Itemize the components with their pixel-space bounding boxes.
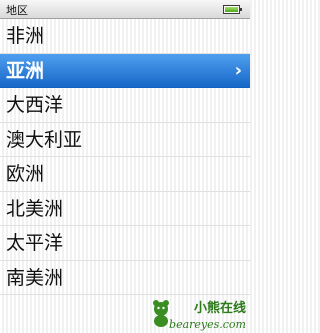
- watermark-url: beareyes.com: [169, 318, 246, 331]
- chevron-right-icon: ›: [234, 59, 242, 81]
- menu-item-label: 澳大利亚: [6, 128, 83, 151]
- menu-item[interactable]: 非洲: [0, 19, 250, 54]
- region-menu: 非洲亚洲 › 大西洋澳大利亚欧洲北美洲太平洋南美洲: [0, 19, 250, 295]
- menu-item-label: 北美洲: [6, 197, 64, 220]
- menu-item-label: 大西洋: [6, 94, 64, 116]
- menu-item[interactable]: 欧洲: [0, 157, 250, 192]
- menu-item[interactable]: 亚洲 ›: [0, 53, 250, 88]
- menu-item-label: 欧洲: [6, 163, 45, 185]
- battery-nub: [240, 8, 242, 11]
- menu-item[interactable]: 南美洲: [0, 261, 250, 295]
- watermark-text: 小熊在线: [193, 301, 246, 316]
- menu-item[interactable]: 大西洋: [0, 88, 250, 123]
- menu-item[interactable]: 太平洋: [0, 226, 250, 261]
- battery-level: [225, 7, 238, 12]
- menu-item[interactable]: 北美洲: [0, 192, 250, 226]
- menu-item-label: 亚洲: [6, 59, 45, 82]
- menu-item[interactable]: 澳大利亚: [0, 123, 250, 157]
- menu-item-label: 太平洋: [6, 232, 64, 254]
- battery-icon: [223, 5, 242, 14]
- menu-item-label: 南美洲: [6, 266, 64, 289]
- menu-item-label: 非洲: [6, 25, 45, 47]
- title-bar: 地区: [0, 0, 250, 19]
- watermark: 小熊在线 beareyes.com: [136, 297, 246, 331]
- page-title: 地区: [6, 4, 28, 17]
